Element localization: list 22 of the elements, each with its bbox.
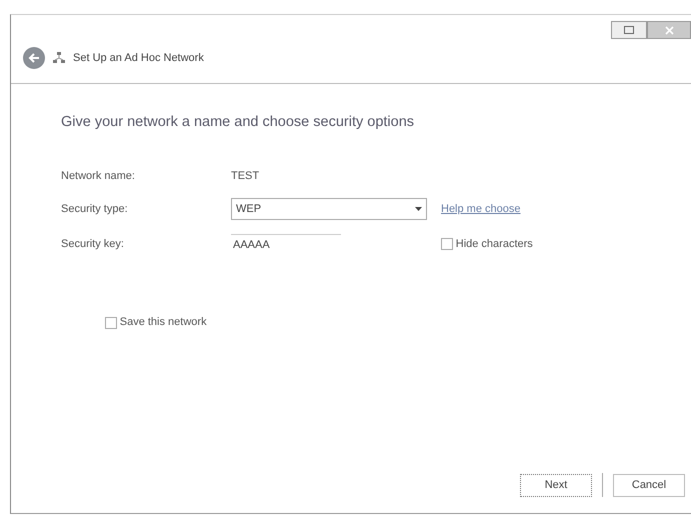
- next-button[interactable]: Next: [520, 474, 592, 496]
- cancel-button[interactable]: Cancel: [613, 474, 685, 496]
- caret-icon: [415, 207, 422, 212]
- field-label: Security key:: [61, 237, 125, 252]
- security-type-dropdown[interactable]: WEP: [231, 198, 427, 220]
- maximize-button[interactable]: [611, 21, 647, 39]
- close-button[interactable]: [647, 21, 691, 39]
- network-icon: [53, 52, 65, 64]
- help-link[interactable]: Help me choose: [441, 201, 691, 218]
- field-value: TEST: [231, 168, 260, 184]
- checkbox-label: Hide characters: [456, 237, 533, 252]
- window-title: Set Up an Ad Hoc Network: [73, 50, 204, 66]
- checkbox[interactable]: [105, 316, 117, 328]
- back-button[interactable]: [23, 47, 45, 69]
- field-label: Security type:: [61, 202, 129, 217]
- close-icon: [664, 26, 674, 34]
- page-heading: Give your network a name and choose security options: [61, 113, 416, 132]
- field-label: Network name:: [61, 168, 136, 184]
- back-arrow-icon: [28, 53, 40, 63]
- checkbox[interactable]: [441, 238, 453, 250]
- checkbox-label: Save this network: [120, 315, 207, 330]
- maximize-icon: [624, 26, 634, 34]
